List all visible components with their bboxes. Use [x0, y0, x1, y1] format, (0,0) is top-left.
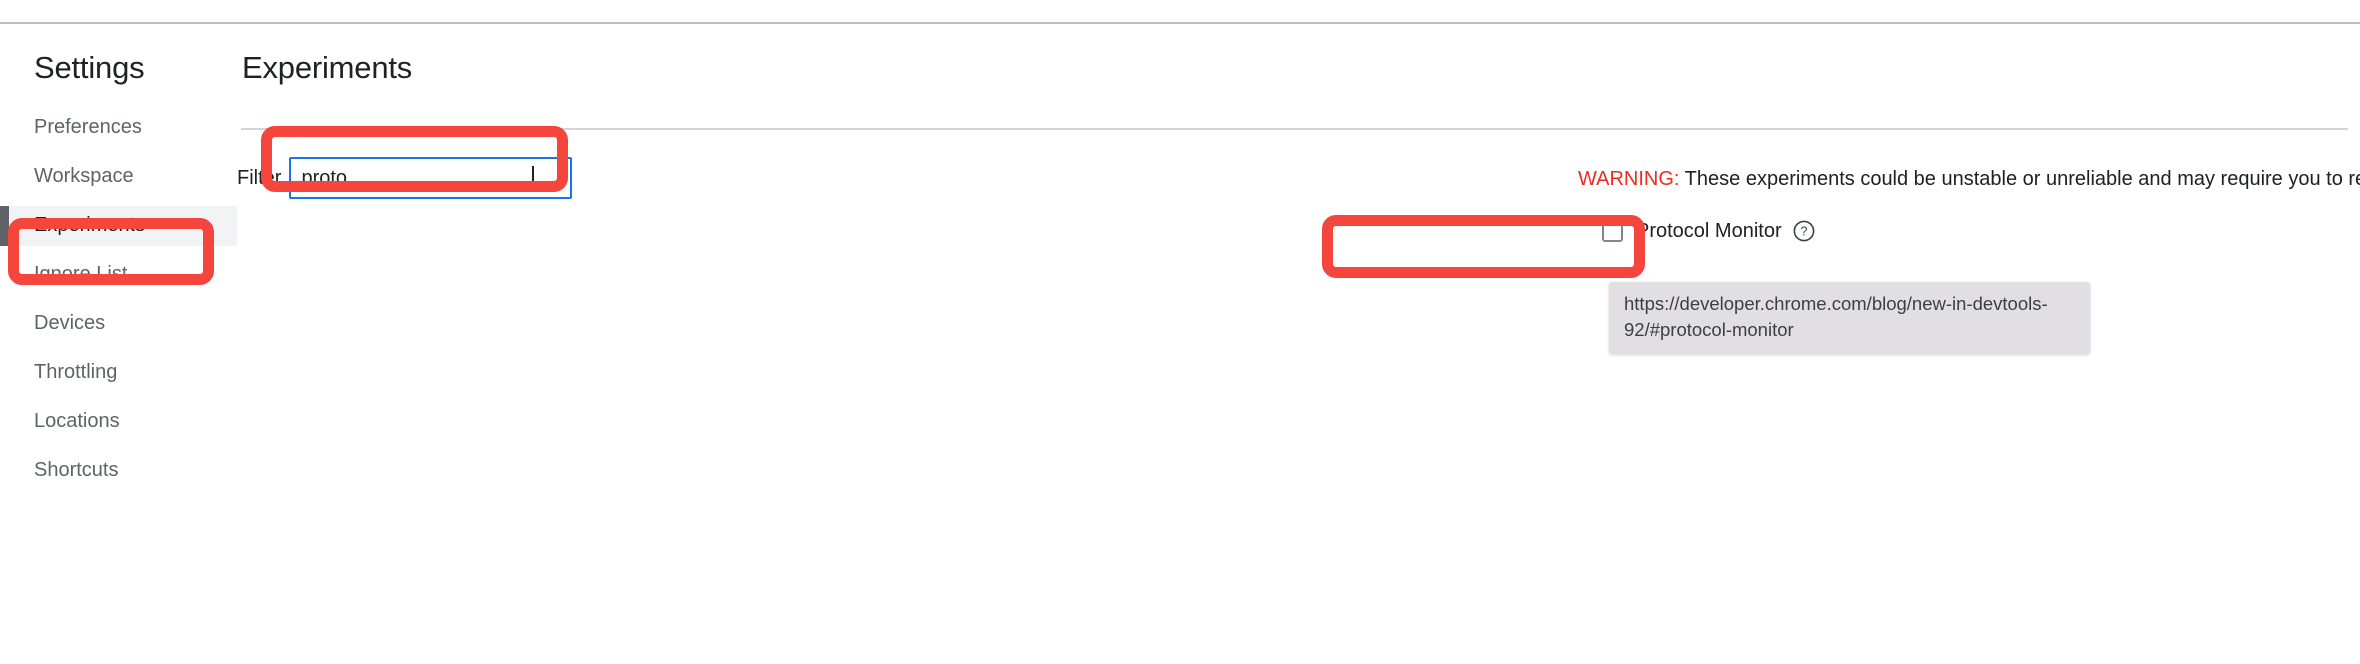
warning-text: These experiments could be unstable or u…	[1684, 168, 2360, 190]
sidebar-list: Preferences Workspace Experiments Ignore…	[0, 108, 237, 491]
sidebar-item-workspace[interactable]: Workspace	[0, 157, 237, 197]
warning-label: WARNING:	[1578, 168, 1680, 190]
sidebar-item-shortcuts[interactable]: Shortcuts	[0, 451, 237, 491]
sidebar-item-locations[interactable]: Locations	[0, 402, 237, 442]
settings-sidebar: Settings Preferences Workspace Experimen…	[0, 24, 237, 664]
sidebar-item-throttling[interactable]: Throttling	[0, 353, 237, 393]
experiments-warning: WARNING: These experiments could be unst…	[1578, 166, 2360, 192]
svg-text:?: ?	[1800, 225, 1807, 239]
question-mark-circle-icon[interactable]: ?	[1793, 220, 1815, 242]
protocol-monitor-label[interactable]: Protocol Monitor	[1636, 219, 1782, 243]
filter-input[interactable]	[289, 157, 573, 199]
protocol-monitor-checkbox[interactable]	[1602, 220, 1623, 242]
link-url-tooltip: https://developer.chrome.com/blog/new-in…	[1609, 282, 2090, 354]
filter-row: Filter	[237, 157, 573, 199]
experiment-row-protocol-monitor[interactable]: Protocol Monitor ?	[1578, 216, 2360, 246]
filter-input-wrapper	[289, 157, 573, 199]
sidebar-item-ignore-list[interactable]: Ignore List	[0, 255, 237, 295]
filter-label: Filter	[237, 167, 282, 189]
content-divider	[241, 128, 2348, 130]
experiments-column: WARNING: These experiments could be unst…	[1578, 146, 2360, 246]
sidebar-item-preferences[interactable]: Preferences	[0, 108, 237, 148]
sidebar-item-experiments[interactable]: Experiments	[0, 206, 237, 246]
sidebar-item-devices[interactable]: Devices	[0, 304, 237, 344]
settings-title: Settings	[34, 50, 145, 85]
text-caret-icon	[532, 166, 535, 191]
page-title: Experiments	[242, 50, 413, 85]
